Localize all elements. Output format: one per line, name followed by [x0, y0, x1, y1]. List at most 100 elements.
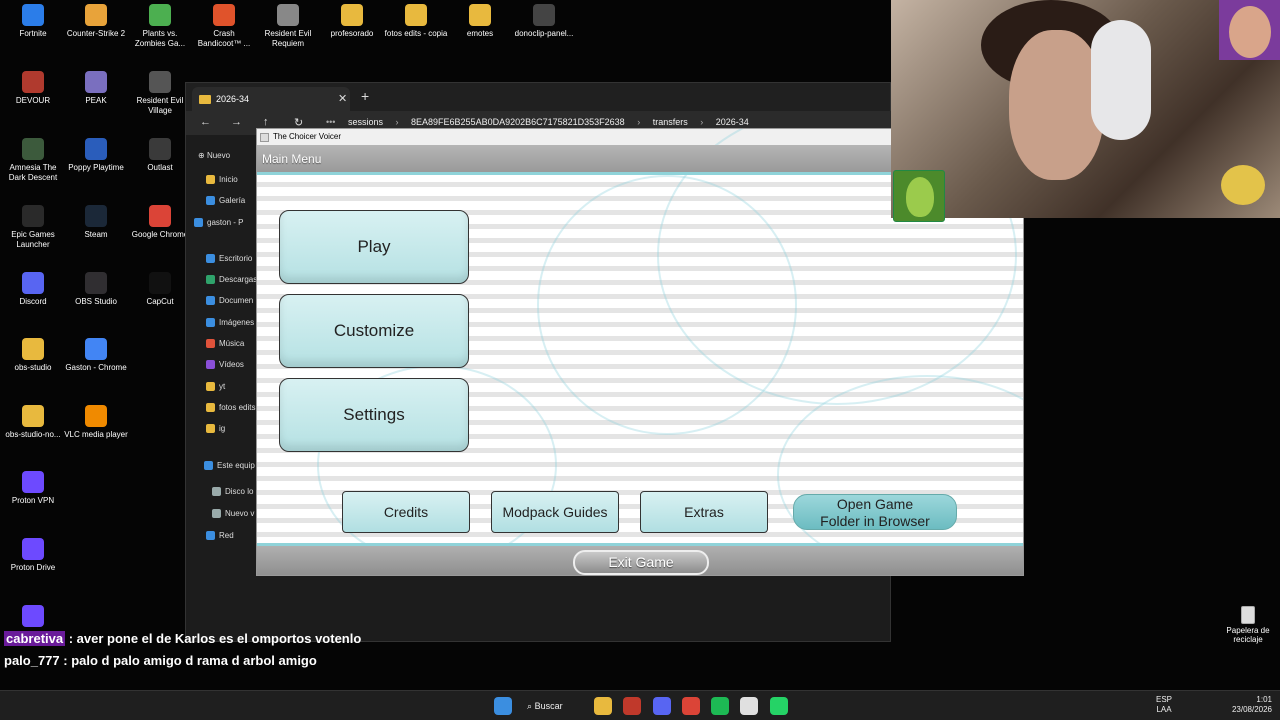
sidebar-item[interactable]: ig	[206, 424, 225, 438]
desktop-shortcut[interactable]: Crash Bandicoot™ ...	[191, 4, 257, 49]
desktop-shortcut[interactable]: Proton Drive	[0, 538, 66, 573]
sidebar-item[interactable]: Este equip	[204, 461, 255, 475]
sidebar-item-icon	[206, 531, 215, 541]
shortcut-label: Crash Bandicoot™ ...	[197, 29, 251, 48]
desktop-shortcut[interactable]: OBS Studio	[63, 272, 129, 307]
desktop-shortcut[interactable]: profesorado	[319, 4, 385, 39]
shortcut-icon	[22, 405, 44, 427]
chrome-taskbar-icon[interactable]	[682, 697, 700, 715]
desktop-shortcut[interactable]: emotes	[447, 4, 513, 39]
start-taskbar-icon[interactable]	[494, 697, 512, 715]
desktop-shortcut[interactable]: Outlast	[127, 138, 193, 173]
sidebar-item[interactable]: yt	[206, 382, 225, 396]
desktop-shortcut[interactable]: Resident Evil Village	[127, 71, 193, 116]
squash-body	[906, 177, 934, 217]
desktop-shortcut[interactable]: Steam	[63, 205, 129, 240]
extras-button[interactable]: Extras	[640, 491, 768, 533]
credits-button[interactable]: Credits	[342, 491, 470, 533]
game-taskbar-icon[interactable]	[740, 697, 758, 715]
breadcrumb-item[interactable]: 8EA89FE6B255AB0DA9202B6C7175821D353F2638	[411, 117, 625, 127]
shortcut-icon	[22, 338, 44, 360]
desktop-shortcut[interactable]: donoclip-panel...	[511, 4, 577, 39]
shortcut-label: fotos edits - copia	[384, 29, 448, 38]
shortcut-label: DEVOUR	[15, 96, 51, 105]
sidebar-item[interactable]: Galería	[206, 196, 245, 210]
close-tab-icon[interactable]: ✕	[338, 87, 347, 111]
whatsapp-taskbar-icon[interactable]	[770, 697, 788, 715]
breadcrumb-item[interactable]: sessions	[348, 117, 383, 127]
up-arrow-icon[interactable]: ↑	[263, 116, 269, 128]
desktop-shortcut[interactable]: obs-studio-no...	[0, 405, 66, 440]
explorer-tab[interactable]: 2026-34 ✕	[192, 87, 350, 111]
sidebar-item[interactable]: gaston - P	[194, 218, 243, 232]
breadcrumb-item[interactable]: transfers	[653, 117, 688, 127]
sidebar-item[interactable]: fotos edits	[206, 403, 255, 417]
shortcut-label: profesorado	[330, 29, 374, 38]
forward-arrow-icon[interactable]: →	[231, 116, 242, 128]
desktop-shortcut[interactable]: CapCut	[127, 272, 193, 307]
shortcut-icon	[341, 4, 363, 26]
sidebar-item[interactable]: Descargas	[206, 275, 257, 289]
desktop-shortcut[interactable]: Discord	[0, 272, 66, 307]
shortcut-label: OBS Studio	[75, 297, 117, 306]
desktop-shortcut[interactable]: Plants vs. Zombies Ga...	[127, 4, 193, 49]
sidebar-item-label: Inicio	[219, 175, 238, 184]
desktop-shortcut[interactable]: Google Chrome	[127, 205, 193, 240]
desktop-shortcut[interactable]: DEVOUR	[0, 71, 66, 106]
open-game-folder-button[interactable]: Open Game Folder in Browser	[793, 494, 957, 530]
spotify-taskbar-icon[interactable]	[711, 697, 729, 715]
obs-taskbar-icon[interactable]	[623, 697, 641, 715]
shortcut-icon	[85, 71, 107, 93]
recycle-bin[interactable]: Papelera de reciclaje	[1218, 606, 1278, 644]
clock[interactable]: 1:01 23/08/2026	[1222, 695, 1272, 715]
desktop-shortcut[interactable]: fotos edits - copia	[383, 4, 449, 39]
explorer-tab-bar: 2026-34 ✕ +	[186, 83, 890, 111]
sidebar-item-label: Documen	[219, 296, 254, 305]
breadcrumb-item[interactable]: 2026-34	[716, 117, 749, 127]
play-button[interactable]: Play	[279, 210, 469, 284]
shortcut-icon	[149, 4, 171, 26]
shortcut-label: Proton VPN	[11, 496, 55, 505]
language-indicator[interactable]: ESP LAA	[1156, 695, 1172, 715]
exit-game-button[interactable]: Exit Game	[573, 550, 709, 575]
sidebar-item-label: ig	[219, 424, 226, 433]
sidebar-item[interactable]: Nuevo v	[212, 509, 254, 523]
desktop-shortcut[interactable]: Counter-Strike 2	[63, 4, 129, 39]
back-arrow-icon[interactable]: ←	[200, 116, 211, 128]
discord-taskbar-icon[interactable]	[653, 697, 671, 715]
sidebar-item[interactable]: Inicio	[206, 175, 238, 189]
desktop-shortcut[interactable]: Gaston - Chrome	[63, 338, 129, 373]
sidebar-item[interactable]: Red	[206, 531, 234, 545]
desktop-shortcut[interactable]: Fortnite	[0, 4, 66, 39]
desktop-shortcut[interactable]: obs-studio	[0, 338, 66, 373]
desktop-shortcut[interactable]: PEAK	[63, 71, 129, 106]
new-button[interactable]: ⊕ Nuevo	[198, 151, 230, 160]
shortcut-icon	[149, 71, 171, 93]
sidebar-item[interactable]: Disco lo	[212, 487, 253, 501]
settings-button[interactable]: Settings	[279, 378, 469, 452]
desktop-shortcut[interactable]: Poppy Playtime	[63, 138, 129, 173]
chat-username: cabretiva	[4, 631, 66, 646]
sidebar-item[interactable]: Escritorio	[206, 254, 252, 268]
desktop-shortcut[interactable]: Resident Evil Requiem	[255, 4, 321, 49]
new-tab-button[interactable]: +	[361, 88, 369, 104]
sidebar-item[interactable]: Imágenes	[206, 318, 254, 332]
shortcut-label: Discord	[19, 297, 47, 306]
clock-date: 23/08/2026	[1231, 705, 1272, 714]
customize-button[interactable]: Customize	[279, 294, 469, 368]
desktop-shortcut[interactable]: Proton VPN	[0, 471, 66, 506]
shortcut-icon	[149, 272, 171, 294]
desktop-shortcut[interactable]: Epic Games Launcher	[0, 205, 66, 250]
taskbar-search[interactable]: ⌕ Buscar	[527, 696, 583, 716]
file-explorer-taskbar-icon[interactable]	[594, 697, 612, 715]
desktop-shortcut[interactable]: Amnesia The Dark Descent	[0, 138, 66, 183]
sidebar-item[interactable]: Vídeos	[206, 360, 244, 374]
shortcut-icon	[22, 538, 44, 560]
sidebar-item-icon	[212, 487, 221, 497]
modpack-guides-button[interactable]: Modpack Guides	[491, 491, 619, 533]
sidebar-item[interactable]: Documen	[206, 296, 253, 310]
breadcrumb-more[interactable]: •••	[326, 117, 335, 127]
desktop-shortcut[interactable]: VLC media player	[63, 405, 129, 440]
sidebar-item-icon	[206, 403, 215, 413]
sidebar-item[interactable]: Música	[206, 339, 244, 353]
